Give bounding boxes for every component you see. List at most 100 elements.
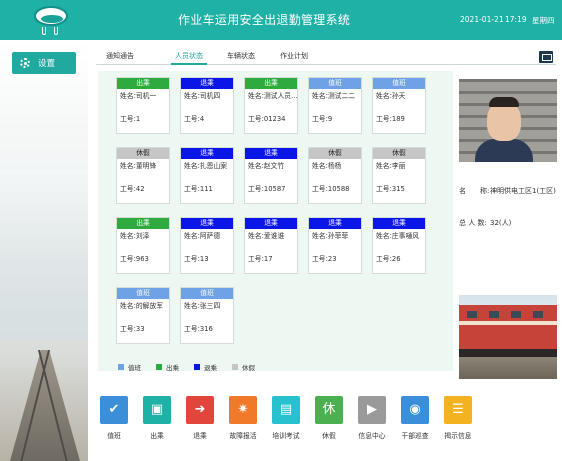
- document-icon: ▤: [272, 396, 300, 424]
- rest-icon: 休: [315, 396, 343, 424]
- staff-status-badge: 退乘: [373, 218, 425, 229]
- toolbar-button[interactable]: ▶ 信息中心: [352, 396, 392, 452]
- staff-card[interactable]: 值班 姓名:测试二二 工号:9: [308, 77, 362, 134]
- toolbar-button[interactable]: ➜ 退乘: [180, 396, 220, 452]
- railway-logo-icon: [34, 3, 68, 37]
- display-toggle-icon[interactable]: [539, 51, 553, 63]
- staff-id: 工号:316: [184, 325, 213, 333]
- staff-name: 姓名:孙天: [376, 92, 406, 100]
- toolbar-label: 故障报活: [229, 432, 257, 440]
- staff-name: 姓名:庄事嗵风: [376, 232, 420, 240]
- staff-id: 工号:01234: [248, 115, 286, 123]
- monitor-icon: ▶: [358, 396, 386, 424]
- toolbar-button[interactable]: ◉ 干部巡查: [395, 396, 435, 452]
- staff-id: 工号:315: [376, 185, 405, 193]
- legend-swatch: [156, 364, 162, 370]
- staff-photo: [459, 79, 557, 162]
- staff-status-badge: 出乘: [245, 78, 297, 89]
- staff-id: 工号:10588: [312, 185, 350, 193]
- staff-id: 工号:1: [120, 115, 141, 123]
- icon-glyph: ✔: [108, 402, 120, 417]
- staff-status-badge: 值班: [373, 78, 425, 89]
- staff-status-badge: 退乘: [181, 78, 233, 89]
- staff-card[interactable]: 休假 姓名:杨杨 工号:10588: [308, 147, 362, 204]
- train-icon: ▣: [143, 396, 171, 424]
- staff-status-badge: 休假: [373, 148, 425, 159]
- staff-card-grid: 出乘 姓名:司机一 工号:1 退乘 姓名:司机四 工号:4 出乘 姓名:测试人员... 工号:0…: [98, 71, 453, 371]
- toolbar-label: 值班: [107, 432, 121, 440]
- staff-card[interactable]: 退乘 姓名:司机四 工号:4: [180, 77, 234, 134]
- staff-count-value: 32(人): [490, 219, 512, 227]
- staff-id: 工号:9: [312, 115, 333, 123]
- duty-icon: ✔: [100, 396, 128, 424]
- toolbar-label: 信息中心: [358, 432, 386, 440]
- legend-item: 退乘: [194, 362, 217, 372]
- staff-card[interactable]: 退乘 姓名:赵文竹 工号:10587: [244, 147, 298, 204]
- staff-card[interactable]: 退乘 姓名:孙菲菲 工号:23: [308, 217, 362, 274]
- staff-card[interactable]: 退乘 姓名:扎恩山案 工号:111: [180, 147, 234, 204]
- staff-status-badge: 出乘: [117, 78, 169, 89]
- legend-label: 退乘: [204, 364, 217, 372]
- toolbar-button[interactable]: ▣ 出乘: [137, 396, 177, 452]
- staff-card[interactable]: 值班姓名:孙天工号:189: [372, 77, 426, 134]
- staff-name: 姓名:测试二二: [312, 92, 356, 100]
- staff-name: 姓名:爱谁谁: [248, 232, 285, 240]
- toolbar-label: 揭示信息: [444, 432, 472, 440]
- staff-id: 工号:42: [120, 185, 145, 193]
- toolbar-button[interactable]: 休休假: [309, 396, 349, 452]
- staff-name: 姓名:测试人员...: [248, 92, 297, 100]
- toolbar-label: 退乘: [193, 432, 207, 440]
- staff-card[interactable]: 退乘 姓名:爱谁谁 工号:17: [244, 217, 298, 274]
- legend-label: 值班: [128, 364, 141, 372]
- staff-id: 工号:26: [376, 255, 401, 263]
- legend-label: 出乘: [166, 364, 179, 372]
- icon-glyph: ◉: [409, 402, 421, 417]
- icon-glyph: ▣: [150, 402, 164, 417]
- legend-swatch: [232, 364, 238, 370]
- staff-name: 姓名:司机四: [184, 92, 221, 100]
- tab-work-plan[interactable]: 作业计划: [280, 51, 308, 61]
- tab-vehicle-status[interactable]: 车辆状态: [227, 51, 255, 61]
- staff-card[interactable]: 休假 姓名:董明锋 工号:42: [116, 147, 170, 204]
- staff-status-badge: 出乘: [117, 218, 169, 229]
- staff-card[interactable]: 值班姓名:张三四 工号:316: [180, 287, 234, 344]
- workshop-name-value: 神明供电工区1(工区): [490, 187, 556, 195]
- toolbar-label: 培训考试: [272, 432, 300, 440]
- toolbar-button[interactable]: ▤ 培训考试: [266, 396, 306, 452]
- staff-status-badge: 退乘: [309, 218, 361, 229]
- staff-card[interactable]: 退乘 姓名:阿萨德 工号:13: [180, 217, 234, 274]
- toolbar-label: 出乘: [150, 432, 164, 440]
- icon-glyph: ✷: [237, 402, 249, 417]
- staff-name: 姓名:刘泽: [120, 232, 150, 240]
- active-tab-indicator: [171, 63, 207, 65]
- toolbar-button[interactable]: ☰ 揭示信息: [438, 396, 478, 452]
- staff-id: 工号:189: [376, 115, 405, 123]
- staff-name: 姓名:的解放军: [120, 302, 164, 310]
- icon-glyph: 休: [322, 402, 336, 417]
- legend-label: 休假: [242, 364, 255, 372]
- staff-card[interactable]: 出乘 姓名:刘泽 工号:963: [116, 217, 170, 274]
- staff-status-badge: 值班: [181, 288, 233, 299]
- staff-card[interactable]: 休假 姓名:李丽 工号:315: [372, 147, 426, 204]
- staff-card[interactable]: 值班 姓名:的解放军 工号:33: [116, 287, 170, 344]
- staff-name: 姓名:张三四: [184, 302, 221, 310]
- staff-card[interactable]: 退乘姓名:庄事嗵风 工号:26: [372, 217, 426, 274]
- staff-status-badge: 退乘: [245, 148, 297, 159]
- toolbar-button[interactable]: ✷ 故障报活: [223, 396, 263, 452]
- settings-label: 设置: [38, 59, 56, 69]
- tab-bar: 通知通告 人员状态 车辆状态 作业计划: [96, 47, 556, 65]
- exit-icon: ➜: [186, 396, 214, 424]
- gear-icon: ✷: [229, 396, 257, 424]
- legend-item: 值班: [118, 362, 141, 372]
- settings-button[interactable]: 设置: [12, 52, 76, 74]
- staff-card[interactable]: 出乘 姓名:司机一 工号:1: [116, 77, 170, 134]
- tab-notices[interactable]: 通知通告: [106, 51, 134, 61]
- header-weekday: 星期四: [532, 16, 555, 25]
- inspect-icon: ◉: [401, 396, 429, 424]
- gear-icon: [20, 58, 30, 68]
- staff-name: 姓名:扎恩山案: [184, 162, 228, 170]
- staff-card[interactable]: 出乘姓名:测试人员... 工号:01234: [244, 77, 298, 134]
- toolbar-label: 休假: [322, 432, 336, 440]
- toolbar-button[interactable]: ✔ 值班: [94, 396, 134, 452]
- tab-staff-status[interactable]: 人员状态: [175, 51, 203, 61]
